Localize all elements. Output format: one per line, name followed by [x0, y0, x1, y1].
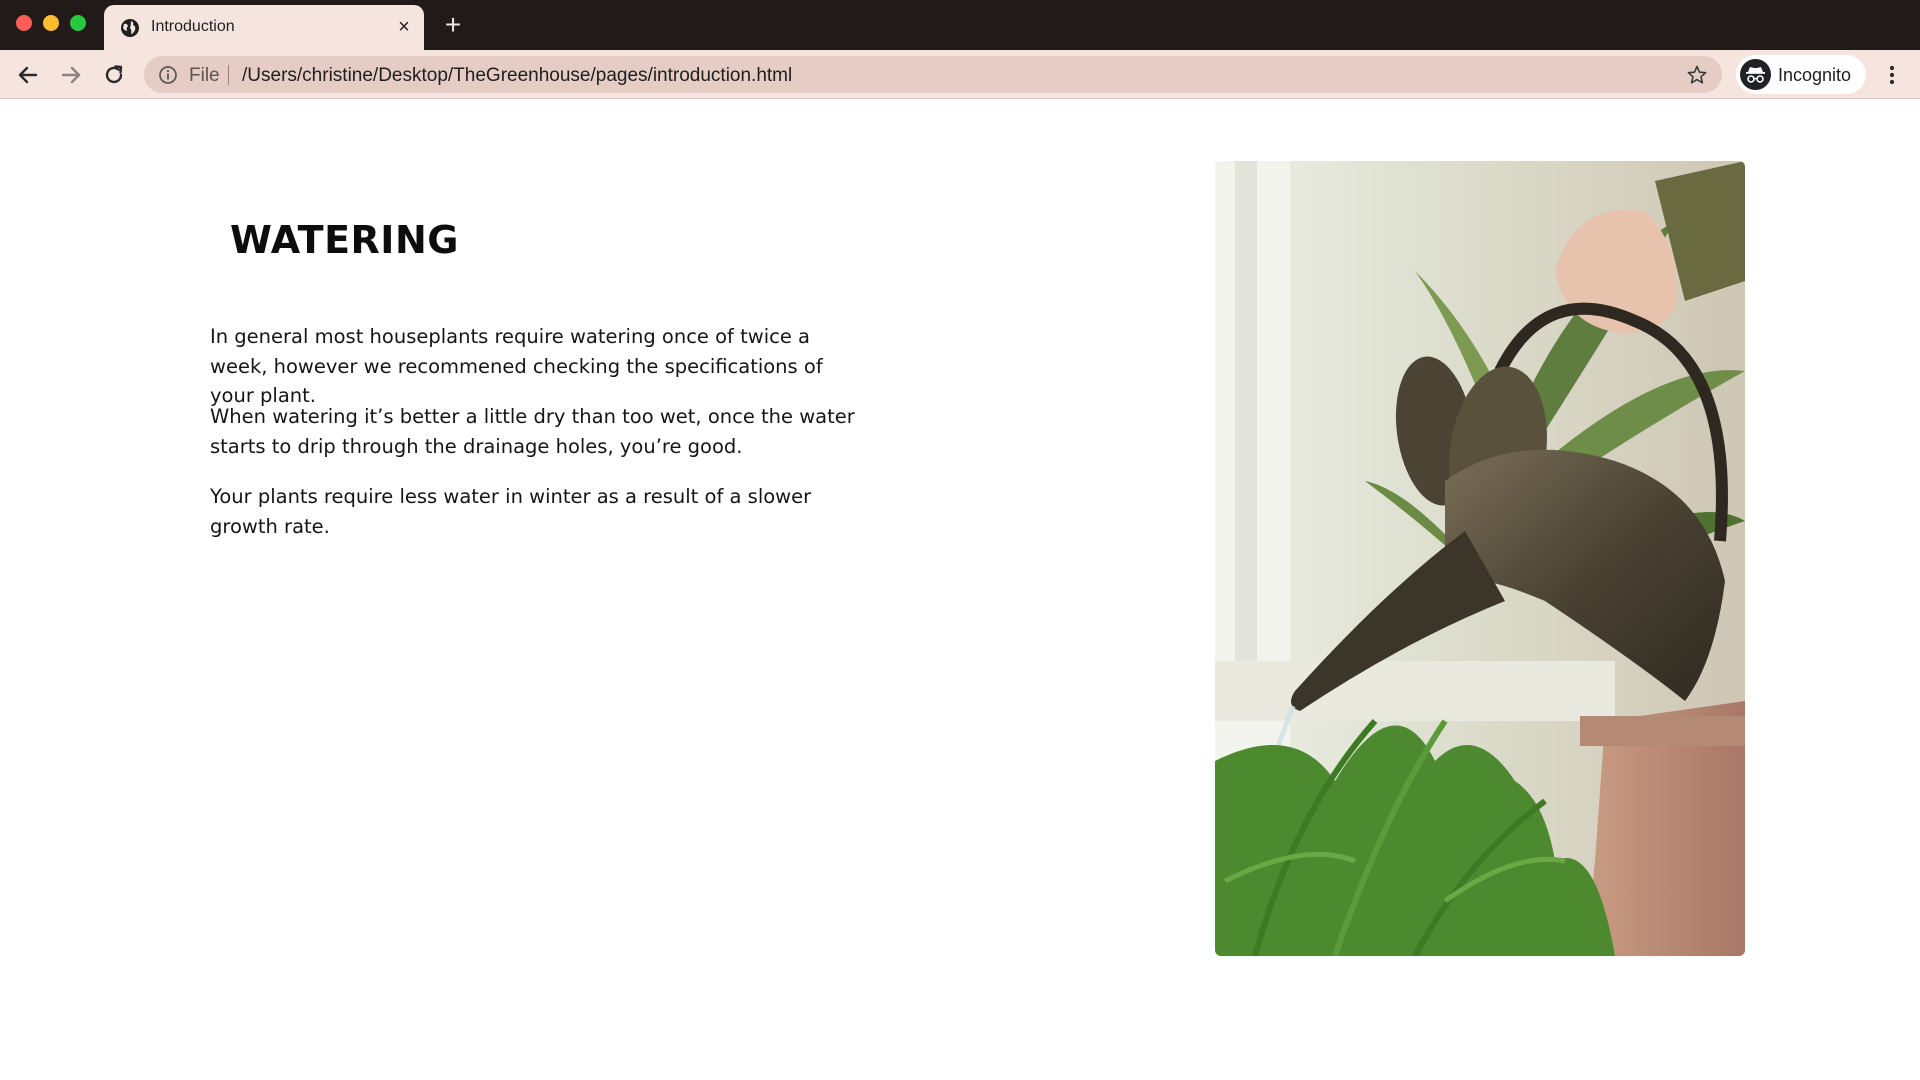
paragraph-watering-frequency: In general most houseplants require wate…	[210, 325, 823, 407]
maximize-window-button[interactable]	[70, 15, 86, 31]
paragraph-watering-amount: When watering it’s better a little dry t…	[210, 405, 855, 458]
incognito-label: Incognito	[1778, 65, 1852, 85]
close-icon[interactable]: ×	[394, 17, 414, 37]
close-window-button[interactable]	[16, 15, 32, 31]
info-icon[interactable]	[158, 65, 178, 85]
scheme-label: File	[189, 65, 220, 86]
page-heading: WATERING	[230, 218, 459, 262]
globe-icon	[120, 18, 140, 38]
url-text[interactable]: /Users/christine/Desktop/TheGreenhouse/p…	[242, 65, 792, 87]
plus-icon[interactable]: +	[440, 11, 466, 39]
address-bar[interactable]: File /Users/christine/Desktop/TheGreenho…	[144, 56, 1722, 93]
tab-title: Introduction	[151, 18, 235, 35]
address-separator	[228, 65, 229, 85]
star-icon[interactable]	[1686, 64, 1708, 86]
forward-arrow-icon[interactable]	[58, 62, 84, 88]
watering-can-photo	[1215, 161, 1745, 956]
minimize-window-button[interactable]	[43, 15, 59, 31]
paragraph-winter-watering: Your plants require less water in winter…	[210, 485, 812, 538]
incognito-badge[interactable]: Incognito	[1736, 55, 1866, 94]
tab-strip: Introduction × +	[0, 0, 1920, 50]
browser-toolbar: File /Users/christine/Desktop/TheGreenho…	[0, 50, 1920, 99]
reload-icon[interactable]	[101, 62, 127, 88]
back-arrow-icon[interactable]	[15, 62, 41, 88]
kebab-menu-icon[interactable]	[1882, 63, 1902, 87]
page-content: WATERING In general most houseplants req…	[0, 100, 1920, 1080]
incognito-icon	[1740, 59, 1771, 90]
tab-introduction[interactable]: Introduction ×	[104, 5, 424, 50]
